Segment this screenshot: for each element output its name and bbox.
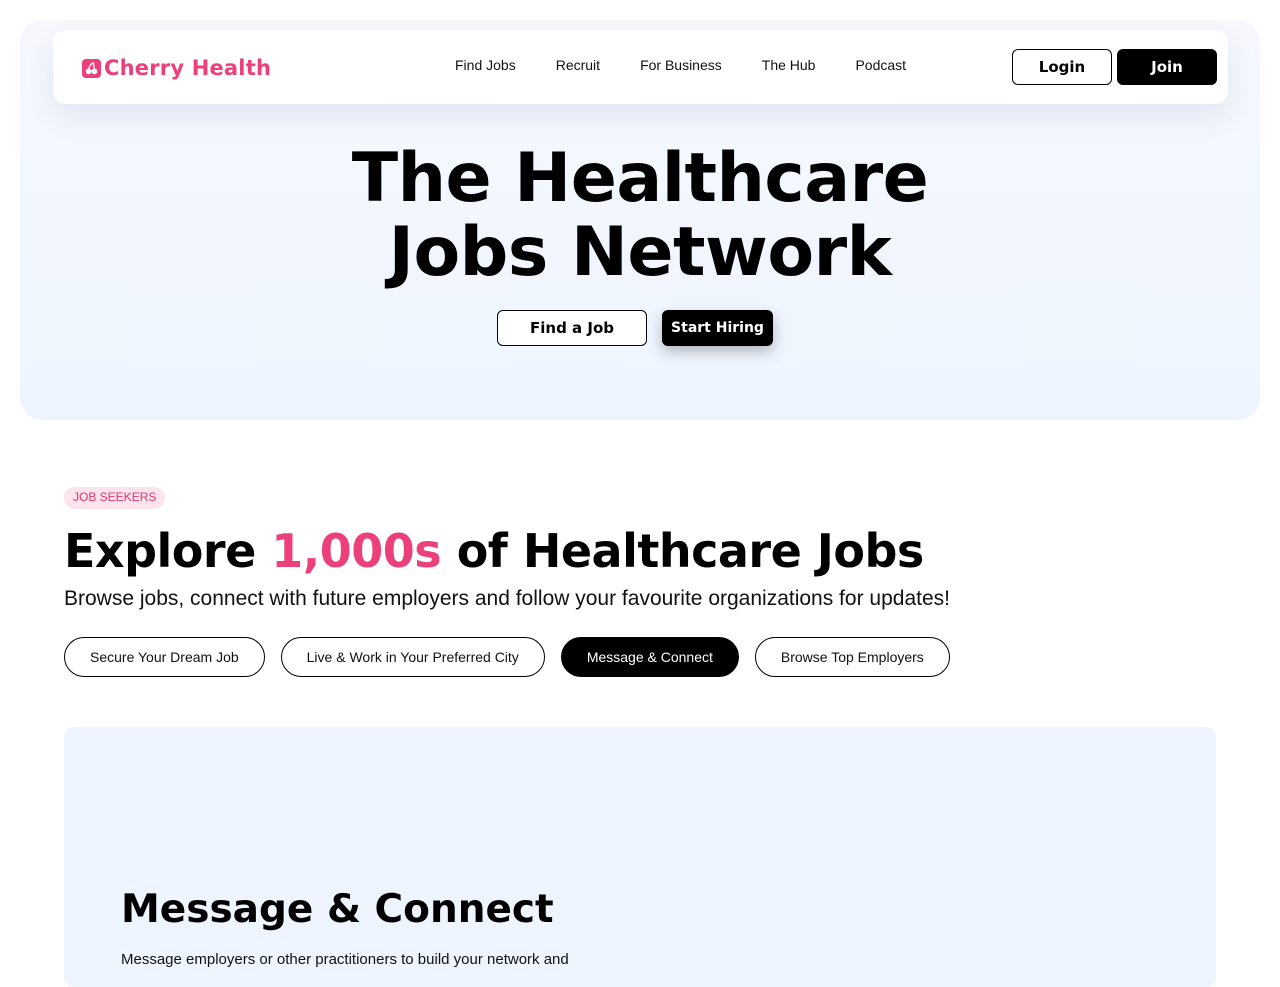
tab-message-connect[interactable]: Message & Connect — [560, 637, 739, 677]
nav-podcast[interactable]: Podcast — [855, 57, 906, 73]
cherry-icon — [82, 58, 101, 78]
join-button[interactable]: Join — [1117, 49, 1217, 85]
tab-preferred-city[interactable]: Live & Work in Your Preferred City — [280, 637, 545, 677]
title-prefix: Explore — [64, 524, 272, 578]
hero-title: The Healthcare Jobs Network — [0, 142, 1280, 290]
hero-title-line2: Jobs Network — [388, 213, 892, 292]
nav-find-jobs[interactable]: Find Jobs — [455, 57, 516, 73]
feature-description: Message employers or other practitioners… — [121, 951, 569, 968]
tab-secure-dream-job[interactable]: Secure Your Dream Job — [64, 637, 265, 677]
nav-the-hub[interactable]: The Hub — [762, 57, 816, 73]
top-navbar: Cherry Health Find Jobs Recruit For Busi… — [53, 30, 1228, 104]
title-suffix: of Healthcare Jobs — [441, 524, 925, 578]
tab-top-employers[interactable]: Browse Top Employers — [754, 637, 950, 677]
brand-name: Cherry Health — [104, 56, 272, 80]
title-accent: 1,000s — [271, 524, 442, 578]
nav-recruit[interactable]: Recruit — [556, 57, 600, 73]
login-button[interactable]: Login — [1012, 49, 1112, 85]
nav-links: Find Jobs Recruit For Business The Hub P… — [455, 57, 906, 73]
feature-tabs: Secure Your Dream Job Live & Work in You… — [64, 637, 950, 677]
section-title: Explore 1,000s of Healthcare Jobs — [64, 522, 924, 580]
nav-for-business[interactable]: For Business — [640, 57, 722, 73]
hero-title-line1: The Healthcare — [351, 139, 929, 218]
find-a-job-button[interactable]: Find a Job — [497, 310, 647, 346]
start-hiring-button[interactable]: Start Hiring — [662, 310, 773, 346]
feature-panel — [64, 727, 1216, 987]
section-subtitle: Browse jobs, connect with future employe… — [64, 587, 950, 610]
feature-title: Message & Connect — [121, 887, 554, 932]
job-seekers-badge: JOB SEEKERS — [64, 487, 166, 509]
brand-logo[interactable]: Cherry Health — [82, 55, 271, 81]
